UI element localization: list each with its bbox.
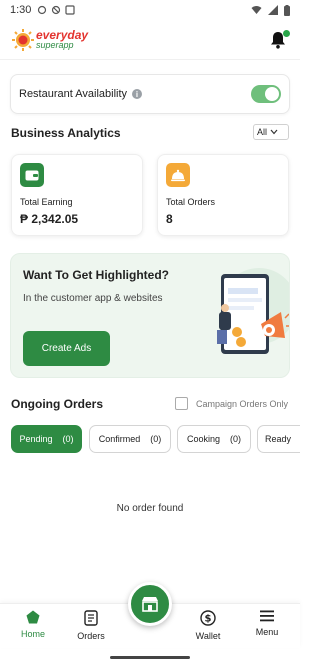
availability-label: Restaurant Availability	[19, 88, 128, 100]
create-ads-button[interactable]: Create Ads	[23, 331, 110, 366]
svg-text:$: $	[205, 614, 212, 625]
app-notification-icon	[65, 5, 76, 15]
total-earning-label: Total Earning	[20, 197, 73, 207]
nav-orders[interactable]: Orders	[66, 610, 116, 641]
nav-home[interactable]: Home	[8, 610, 58, 639]
gesture-bar	[110, 656, 190, 659]
logo-text-superapp: superapp	[36, 39, 74, 50]
info-icon[interactable]: i	[132, 89, 143, 99]
orders-icon	[84, 610, 98, 626]
status-bar: 1:30	[0, 0, 300, 20]
availability-toggle[interactable]	[251, 85, 281, 103]
logo-sun-icon	[12, 28, 34, 51]
sync-icon	[38, 5, 47, 15]
store-fab-button[interactable]	[128, 582, 172, 626]
total-orders-card[interactable]: Total Orders 8	[157, 154, 289, 236]
campaign-orders-checkbox[interactable]	[175, 397, 188, 410]
menu-icon	[260, 610, 274, 622]
ongoing-orders-title: Ongoing Orders	[11, 397, 104, 411]
logo-text-everyday: everyday	[36, 27, 89, 42]
wallet-icon	[20, 163, 44, 187]
campaign-orders-filter[interactable]: Campaign Orders Only	[175, 397, 288, 410]
status-time: 1:30	[10, 4, 32, 16]
battery-icon	[284, 4, 290, 16]
no-orders-message: No order found	[116, 503, 184, 514]
total-orders-value: 8	[166, 212, 173, 226]
promo-title: Want To Get Highlighted?	[23, 268, 169, 282]
nav-wallet[interactable]: $ Wallet	[183, 610, 233, 641]
signal-icon	[268, 5, 278, 15]
filter-value: All	[257, 127, 268, 137]
tab-confirmed[interactable]: Confirmed (0)	[89, 425, 171, 453]
wallet-dollar-icon: $	[200, 610, 216, 626]
wifi-icon	[251, 6, 262, 14]
restaurant-availability-card: Restaurant Availability i	[10, 74, 290, 114]
toggle-knob	[265, 87, 279, 101]
order-status-tabs: Pending (0) Confirmed (0) Cooking (0) Re…	[11, 425, 300, 453]
tab-cooking[interactable]: Cooking (0)	[177, 425, 251, 453]
tab-pending[interactable]: Pending (0)	[11, 425, 82, 453]
total-orders-label: Total Orders	[166, 197, 216, 207]
home-icon	[26, 610, 40, 624]
dnd-icon	[52, 5, 61, 15]
store-icon	[142, 597, 158, 612]
notification-dot	[283, 29, 290, 37]
cloche-icon	[166, 163, 190, 187]
tab-ready[interactable]: Ready	[257, 425, 300, 453]
highlight-promo-banner: Want To Get Highlighted? In the customer…	[10, 253, 290, 378]
analytics-filter-select[interactable]: All	[253, 124, 289, 140]
total-earning-card[interactable]: Total Earning ₱ 2,342.05	[11, 154, 143, 236]
nav-menu[interactable]: Menu	[242, 610, 292, 637]
advertising-illustration	[217, 268, 289, 354]
app-header: everyday superapp	[0, 20, 300, 60]
chevron-down-icon	[270, 129, 278, 135]
business-analytics-title: Business Analytics	[11, 126, 121, 140]
promo-subtitle: In the customer app & websites	[23, 293, 163, 304]
app-logo: everyday superapp	[12, 27, 89, 51]
total-earning-value: ₱ 2,342.05	[20, 212, 79, 226]
notification-bell-button[interactable]	[270, 29, 290, 49]
campaign-orders-label: Campaign Orders Only	[196, 398, 289, 409]
